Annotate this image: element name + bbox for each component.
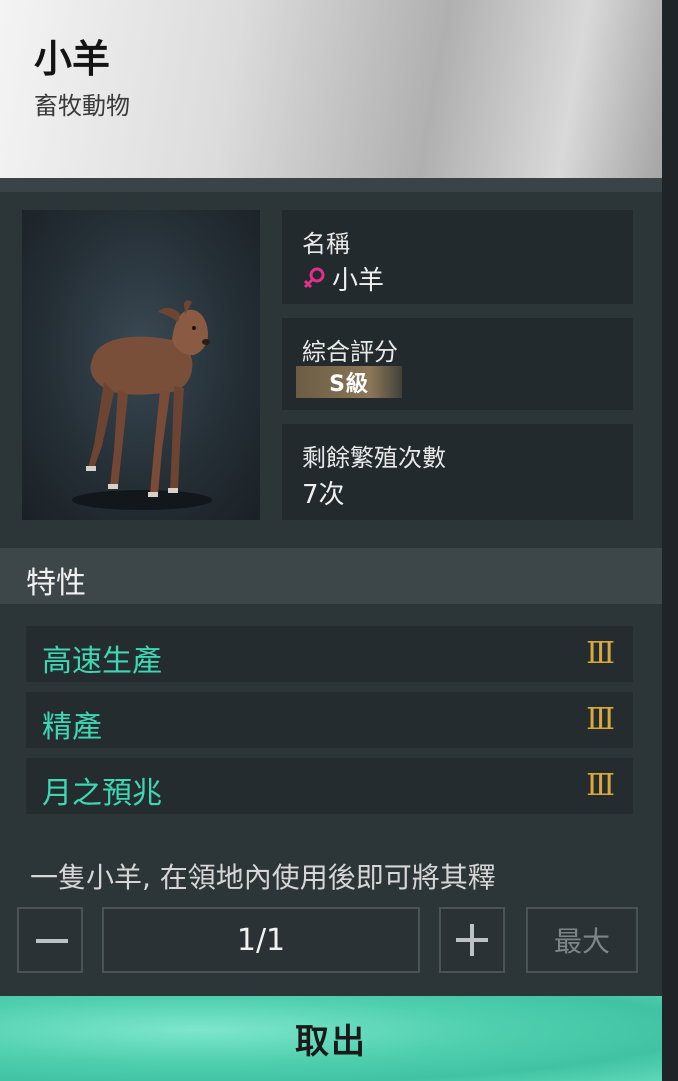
item-category: 畜牧動物 (34, 92, 130, 120)
trait-name: 月之預兆 (42, 776, 162, 811)
breed-count-value: 7次 (302, 480, 345, 510)
grade-label: 綜合評分 (302, 338, 398, 366)
header: 小羊 畜牧動物 (0, 0, 662, 178)
name-box: 名稱 小羊 (282, 210, 633, 304)
name-value: 小羊 (332, 266, 385, 296)
page-title: 小羊 (34, 37, 111, 81)
trait-row[interactable]: 精產 Ⅲ (26, 692, 633, 748)
name-value-row: 小羊 (302, 260, 384, 297)
item-description: 一隻小羊, 在領地內使用後即可將其釋 (30, 861, 496, 894)
trait-name: 精產 (42, 710, 102, 745)
quantity-display[interactable]: 1/1 (102, 907, 420, 973)
grade-badge: S級 (296, 366, 402, 398)
trait-level: Ⅲ (586, 702, 615, 737)
traits-section-header: 特性 (0, 548, 662, 604)
lamb-image (72, 300, 212, 510)
take-out-button[interactable]: 取出 (0, 996, 662, 1081)
trait-row[interactable]: 月之預兆 Ⅲ (26, 758, 633, 814)
grade-box: 綜合評分 S級 (282, 318, 633, 410)
minus-icon (36, 939, 68, 943)
right-edge (662, 0, 678, 1081)
trait-name: 高速生產 (42, 644, 162, 679)
female-icon (303, 267, 325, 288)
decrease-button[interactable] (17, 907, 83, 973)
max-button[interactable]: 最大 (526, 907, 638, 973)
trait-level: Ⅲ (586, 636, 615, 671)
increase-button[interactable] (439, 907, 505, 973)
animal-portrait (22, 210, 260, 520)
section-strip (0, 178, 662, 192)
name-label: 名稱 (302, 230, 350, 258)
breed-count-label: 剩餘繁殖次數 (302, 444, 446, 472)
trait-level: Ⅲ (586, 768, 615, 803)
plus-icon (441, 909, 503, 971)
traits-title: 特性 (26, 566, 86, 601)
breed-count-box: 剩餘繁殖次數 7次 (282, 424, 633, 520)
trait-row[interactable]: 高速生產 Ⅲ (26, 626, 633, 682)
